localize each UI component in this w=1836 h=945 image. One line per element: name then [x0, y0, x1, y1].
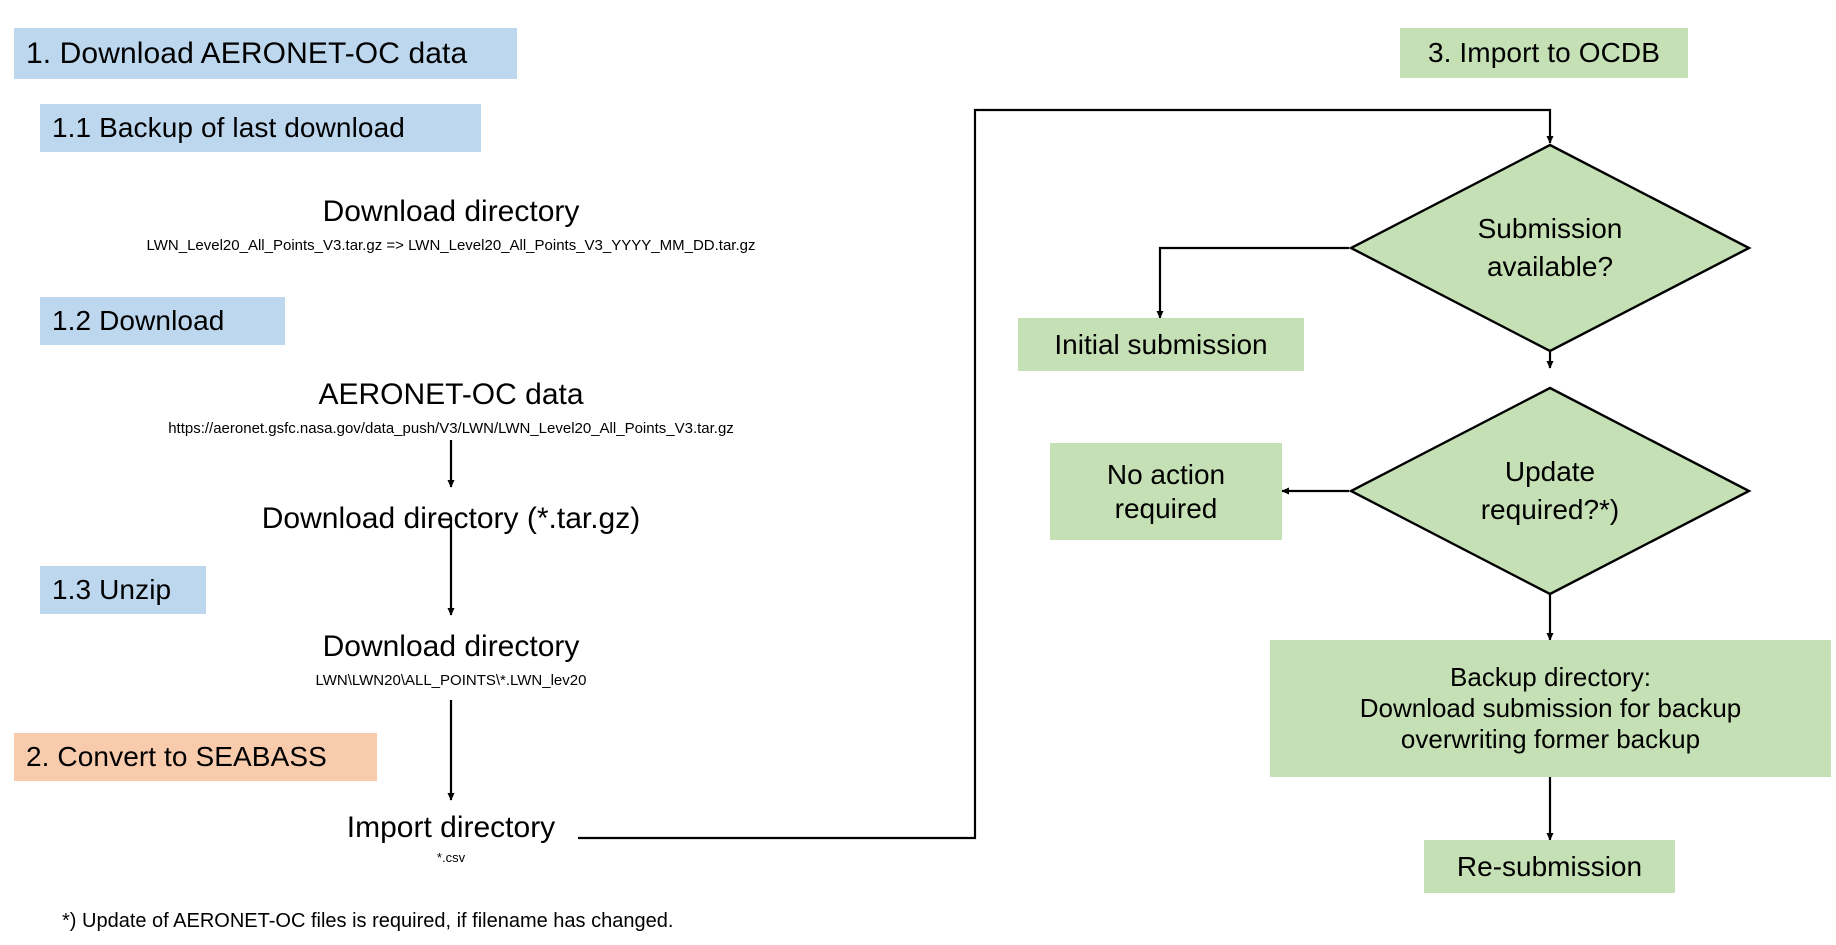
- diamond-shape: [1348, 143, 1752, 353]
- banner-step-2: 2. Convert to SEABASS: [14, 733, 377, 781]
- banner-step-1-2: 1.2 Download: [40, 297, 285, 345]
- download-directory-targz-label: Download directory (*.tar.gz): [261, 502, 641, 535]
- banner-step-1-2-label: 1.2 Download: [52, 305, 225, 336]
- node-backup-directory: Backup directory: Download submission fo…: [1270, 640, 1831, 777]
- backup-download-directory-detail: LWN_Level20_All_Points_V3.tar.gz => LWN_…: [146, 237, 756, 254]
- banner-step-2-label: 2. Convert to SEABASS: [26, 741, 327, 772]
- import-directory-detail: *.csv: [436, 850, 466, 865]
- node-re-submission-label: Re-submission: [1456, 850, 1643, 882]
- node-initial-submission-label: Initial submission: [1054, 328, 1268, 360]
- aeronet-oc-data-url: https://aeronet.gsfc.nasa.gov/data_push/…: [168, 420, 734, 437]
- footnote-text: *) Update of AERONET-OC files is require…: [62, 910, 674, 932]
- aeronet-oc-data-label: AERONET-OC data: [318, 378, 584, 411]
- unzip-download-directory-label: Download directory: [322, 630, 580, 663]
- unzip-download-directory-detail: LWN\LWN20\ALL_POINTS\*.LWN_lev20: [315, 672, 587, 689]
- banner-step-1-1-label: 1.1 Backup of last download: [52, 112, 405, 143]
- banner-step-1: 1. Download AERONET-OC data: [14, 28, 517, 79]
- decision-submission-available: Submission available?: [1348, 143, 1752, 353]
- diamond-shape: [1348, 386, 1752, 596]
- backup-download-directory-label: Download directory: [322, 195, 580, 228]
- banner-step-1-label: 1. Download AERONET-OC data: [26, 36, 468, 70]
- node-no-action-required: No action required: [1050, 443, 1282, 540]
- banner-step-1-3: 1.3 Unzip: [40, 566, 206, 614]
- node-backup-directory-label: Backup directory: Download submission fo…: [1359, 662, 1742, 754]
- node-no-action-required-label: No action required: [1106, 459, 1226, 524]
- banner-step-3-label: 3. Import to OCDB: [1428, 37, 1660, 68]
- decision-update-required: Update required?*): [1348, 386, 1752, 596]
- banner-step-1-3-label: 1.3 Unzip: [52, 574, 172, 605]
- diagram-canvas: 1. Download AERONET-OC data 1.1 Backup o…: [0, 0, 1836, 945]
- node-re-submission: Re-submission: [1424, 840, 1675, 893]
- node-initial-submission: Initial submission: [1018, 318, 1304, 371]
- import-directory-label: Import directory: [346, 811, 556, 844]
- banner-step-1-1: 1.1 Backup of last download: [40, 104, 481, 152]
- banner-step-3: 3. Import to OCDB: [1400, 28, 1688, 78]
